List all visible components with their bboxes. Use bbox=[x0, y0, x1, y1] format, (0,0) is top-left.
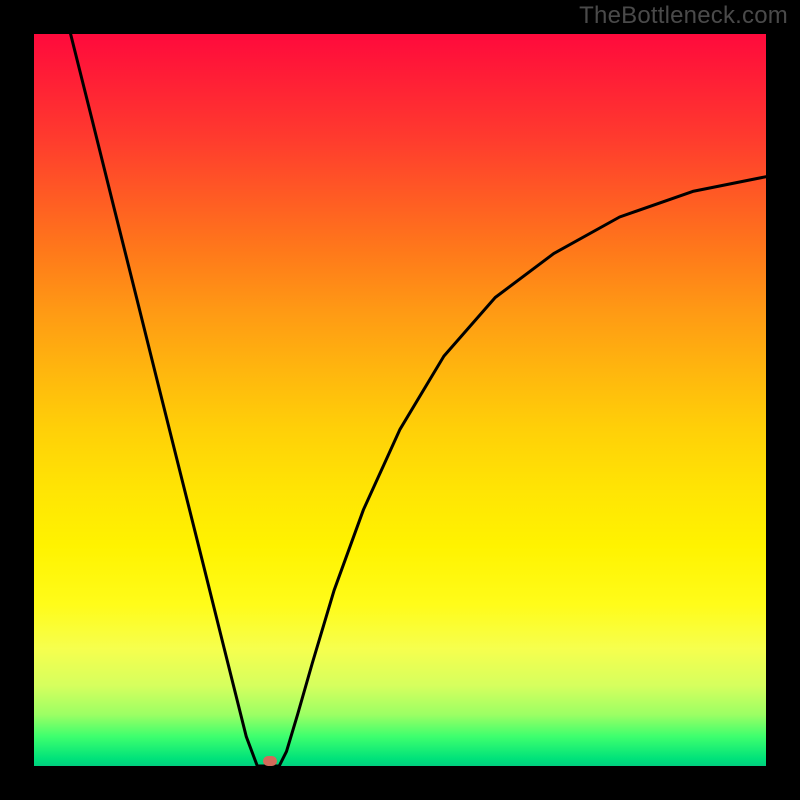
plot-area bbox=[34, 34, 766, 766]
bottleneck-curve bbox=[34, 34, 766, 766]
chart-frame: TheBottleneck.com bbox=[0, 0, 800, 800]
watermark-text: TheBottleneck.com bbox=[579, 2, 788, 30]
optimum-marker bbox=[263, 756, 277, 766]
